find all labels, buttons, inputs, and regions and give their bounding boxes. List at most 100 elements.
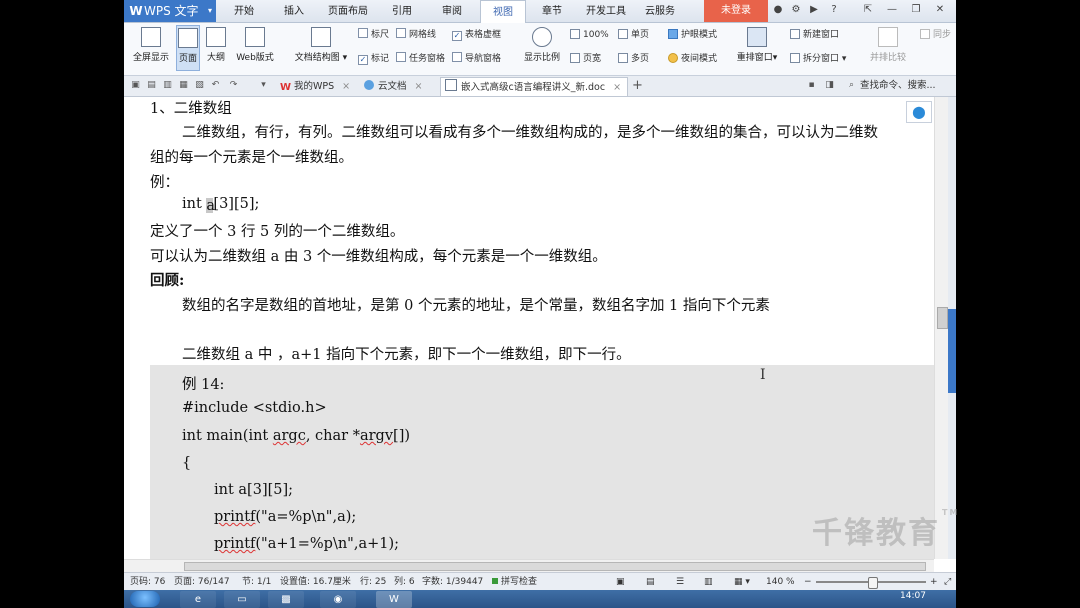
gridlines-checkbox[interactable]: 网格线 (396, 28, 436, 42)
doc-structure-button[interactable]: 文档结构图 ▾ (290, 25, 352, 71)
wps-taskbar-icon[interactable]: W (376, 591, 412, 608)
close-icon[interactable]: ✕ (934, 4, 946, 16)
outline-view-icon[interactable]: ☰ (676, 573, 684, 590)
rearrange-window-button[interactable]: 重排窗口▾ (732, 25, 782, 71)
media-icon[interactable]: ◉ (320, 591, 356, 608)
task-pane-checkbox[interactable]: 任务窗格 (396, 52, 445, 66)
zoom-in-icon[interactable]: + (930, 573, 938, 590)
review-label: 回顾: (150, 272, 185, 289)
export-pdf-icon[interactable]: ▥ (162, 80, 173, 91)
new-window-icon (790, 29, 800, 39)
rearrange-icon (747, 27, 767, 47)
zoom-slider-knob[interactable] (868, 577, 878, 589)
tab-my-wps[interactable]: W 我的WPS × (276, 77, 350, 95)
zoom-out-icon[interactable]: − (804, 573, 812, 590)
redo-icon[interactable]: ↷ (228, 80, 239, 91)
tab-view[interactable]: 视图 (480, 0, 526, 23)
restore-ribbon-icon[interactable]: ⇱ (862, 4, 874, 16)
single-page-button[interactable]: 单页 (618, 28, 649, 42)
tab-page-layout[interactable]: 页面布局 (324, 0, 372, 22)
login-button[interactable]: 未登录 (704, 0, 768, 22)
app-menu-button[interactable]: WWPS 文字 ▾ (124, 0, 216, 22)
new-window-button[interactable]: 新建窗口 (790, 28, 839, 42)
task-pane-label: 任务窗格 (409, 54, 446, 64)
outline-view-button[interactable]: 大纲 (204, 25, 228, 71)
print-icon[interactable]: ▦ (178, 80, 189, 91)
horizontal-scrollbar[interactable] (124, 559, 934, 572)
start-button-icon[interactable] (130, 591, 160, 607)
tab-insert[interactable]: 插入 (278, 0, 310, 22)
folder-icon[interactable]: ▭ (224, 591, 260, 608)
page-width-button[interactable]: 页宽 (570, 52, 601, 66)
command-search-input[interactable]: 查找命令、搜索... (860, 76, 936, 94)
save-icon[interactable]: ▤ (146, 80, 157, 91)
zoom-ratio-button[interactable]: 显示比例 (520, 25, 564, 71)
tab-chapter[interactable]: 章节 (536, 0, 568, 22)
night-mode-button[interactable]: 夜间模式 (668, 52, 717, 66)
multi-page-button[interactable]: 多页 (618, 52, 649, 66)
document-page[interactable]: 1、二维数组 二维数组，有行，有列。二维数组可以看成有多个一维数组构成的，是多个… (124, 97, 934, 559)
tab-home[interactable]: 开始 (228, 0, 260, 22)
fullscreen-view-icon[interactable]: ▣ (616, 573, 625, 590)
ruler-checkbox[interactable]: 标尺 (358, 28, 389, 42)
side-panel-toggle[interactable] (948, 309, 956, 393)
nav-pane-label: 导航窗格 (465, 54, 502, 64)
print-preview-icon[interactable]: ▧ (194, 80, 205, 91)
spellcheck-toggle[interactable]: 拼写检查 (492, 573, 537, 590)
side-by-side-button[interactable]: 并排比较 (864, 25, 912, 71)
search-icon[interactable]: ⌕ (846, 80, 857, 91)
fit-window-icon[interactable]: ⤢ (944, 573, 951, 590)
close-icon[interactable]: × (415, 81, 423, 92)
moon-icon (668, 53, 678, 63)
tab-cloud-docs[interactable]: 云文档 × (360, 77, 422, 95)
web-layout-button[interactable]: Web版式 (232, 25, 278, 71)
zoom-100-button[interactable]: 100% (570, 28, 609, 42)
document-icon (445, 79, 457, 91)
web-layout-icon (245, 27, 265, 47)
layout-icon[interactable]: ▪ (806, 80, 817, 91)
outline-icon (206, 27, 226, 47)
app-icon[interactable]: ▩ (268, 591, 304, 608)
page-view-button[interactable]: 页面 (176, 25, 200, 71)
settings-icon[interactable]: ⚙ (790, 4, 802, 16)
maximize-icon[interactable]: ❐ (910, 4, 922, 16)
open-folder-icon[interactable]: ▣ (130, 80, 141, 91)
table-gridlines-checkbox[interactable]: ✓ 表格虚框 (452, 28, 501, 42)
zoom-level[interactable]: 140 % (766, 573, 795, 590)
tab-developer[interactable]: 开发工具 (582, 0, 630, 22)
minimize-icon[interactable]: — (886, 4, 898, 16)
tab-review[interactable]: 审阅 (436, 0, 468, 22)
reading-view-icon[interactable]: ▦ ▾ (734, 573, 750, 590)
tab-active-document[interactable]: 嵌入式高级c语言编程讲义_新.doc × (440, 77, 629, 96)
split-window-button[interactable]: 拆分窗口 ▾ (790, 52, 846, 66)
nav-pane-checkbox[interactable]: 导航窗格 (452, 52, 501, 66)
skin-icon[interactable]: ● (772, 4, 784, 16)
ie-browser-icon[interactable]: e (180, 591, 216, 608)
web-view-icon[interactable]: ▥ (704, 573, 713, 590)
close-icon[interactable]: × (613, 82, 621, 93)
app-name: WPS 文字 (144, 4, 199, 18)
page-view-icon[interactable]: ▤ (646, 573, 655, 590)
help-icon[interactable]: ? (828, 4, 840, 16)
wps-w-icon: W (280, 82, 292, 93)
dropdown-arrow-icon[interactable]: ▾ (258, 80, 269, 91)
close-icon[interactable]: × (342, 81, 350, 92)
new-tab-icon[interactable]: + (632, 79, 643, 92)
split-window-icon (790, 53, 800, 63)
eye-mode-button[interactable]: 护眼模式 (668, 28, 717, 42)
share-icon[interactable]: ▶ (808, 4, 820, 16)
fullscreen-button[interactable]: 全屏显示 (130, 25, 172, 71)
tab-cloud-service[interactable]: 云服务 (640, 0, 680, 22)
outline-label: 大纲 (206, 53, 225, 63)
horizontal-scroll-thumb[interactable] (184, 562, 926, 571)
marks-checkbox[interactable]: ✓ 标记 (358, 52, 389, 66)
side-by-side-label: 并排比较 (869, 53, 906, 63)
vertical-scrollbar[interactable] (934, 97, 949, 559)
undo-icon[interactable]: ↶ (210, 80, 221, 91)
eye-mode-icon (668, 29, 678, 39)
vertical-scroll-thumb[interactable] (937, 307, 948, 329)
sync-scroll-button[interactable]: 同步 (920, 28, 951, 42)
location-pin-icon[interactable]: ⬤ (906, 101, 932, 123)
tab-references[interactable]: 引用 (386, 0, 418, 22)
share-doc-icon[interactable]: ◨ (824, 80, 835, 91)
